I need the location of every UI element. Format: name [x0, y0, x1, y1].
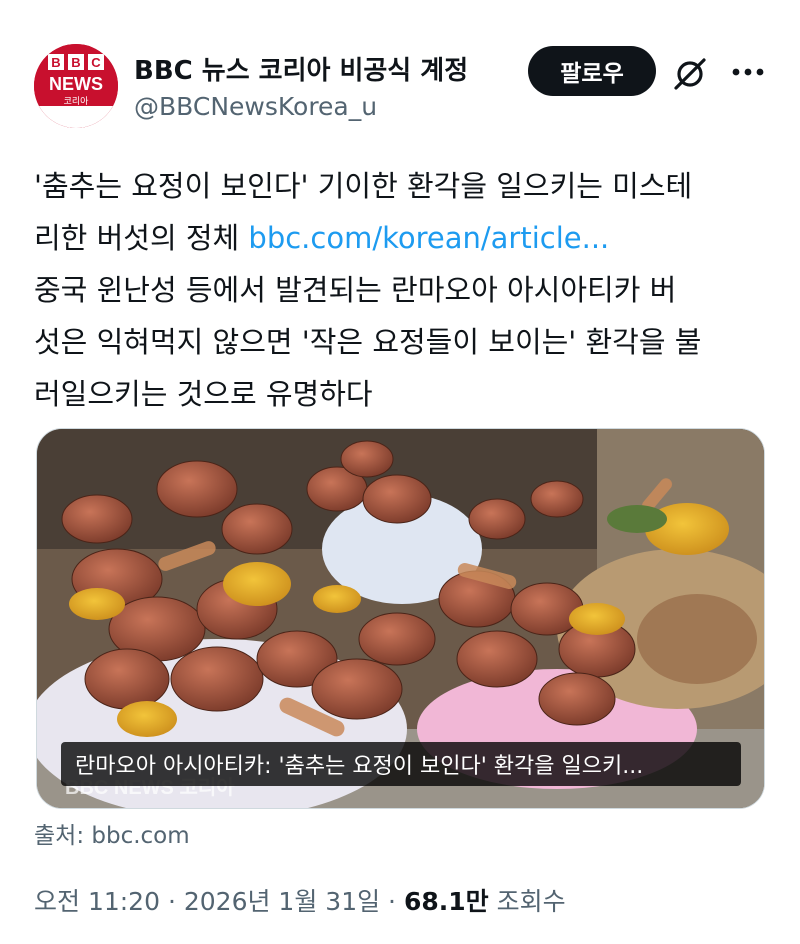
views-label: 조회수	[496, 887, 566, 916]
media-card[interactable]: BBC NEWS 코리아 란마오아 아시아티카: '춤추는 요정이 보인다' 환…	[36, 428, 765, 809]
follow-button[interactable]: 팔로우	[528, 46, 656, 96]
account-handle[interactable]: @BBCNewsKorea_u	[134, 92, 377, 121]
grok-slash-icon[interactable]	[670, 54, 710, 94]
svg-text:B: B	[51, 55, 60, 70]
more-dots-icon[interactable]	[726, 54, 770, 90]
post-time[interactable]: 오전 11:20	[34, 887, 160, 916]
video-caption: 란마오아 아시아티카: '춤추는 요정이 보인다' 환각을 일으키...	[61, 742, 741, 786]
views-count: 68.1만	[403, 887, 489, 916]
article-link[interactable]: bbc.com/korean/article...	[248, 221, 609, 255]
tweet-line: 러일으키는 것으로 유명하다	[34, 377, 373, 411]
bbc-logo-icon: B B C NEWS 코리아	[34, 44, 118, 128]
svg-text:C: C	[91, 55, 101, 70]
tweet-line: 중국 윈난성 등에서 발견되는 란마오아 아시아티카 버	[34, 273, 677, 307]
tweet-line: '춤추는 요정이 보인다' 기이한 환각을 일으키는 미스테	[34, 169, 693, 203]
meta-separator: ·	[388, 887, 396, 916]
profile-avatar[interactable]: B B C NEWS 코리아	[34, 44, 118, 128]
post-date[interactable]: 2026년 1월 31일	[184, 887, 380, 916]
display-name[interactable]: BBC 뉴스 코리아 비공식 계정	[134, 50, 468, 87]
meta-separator: ·	[167, 887, 176, 916]
tweet-line-text: 리한 버섯의 정체	[34, 221, 249, 255]
tweet-meta: 오전 11:20 · 2026년 1월 31일 · 68.1만 조회수	[34, 882, 566, 918]
svg-text:B: B	[71, 55, 80, 70]
svg-text:코리아: 코리아	[64, 96, 90, 107]
tweet-line: 섯은 익혀먹지 않으면 '작은 요정들이 보이는' 환각을 불	[34, 325, 702, 359]
tweet-text: '춤추는 요정이 보인다' 기이한 환각을 일으키는 미스테 리한 버섯의 정체…	[34, 160, 774, 420]
card-source[interactable]: 출처: bbc.com	[34, 816, 190, 850]
tweet-header: B B C NEWS 코리아 BBC 뉴스 코리아 비공식 계정 @BBCNew…	[0, 0, 800, 140]
svg-text:NEWS: NEWS	[49, 74, 103, 94]
tweet-line: 리한 버섯의 정체 bbc.com/korean/article...	[34, 212, 774, 264]
